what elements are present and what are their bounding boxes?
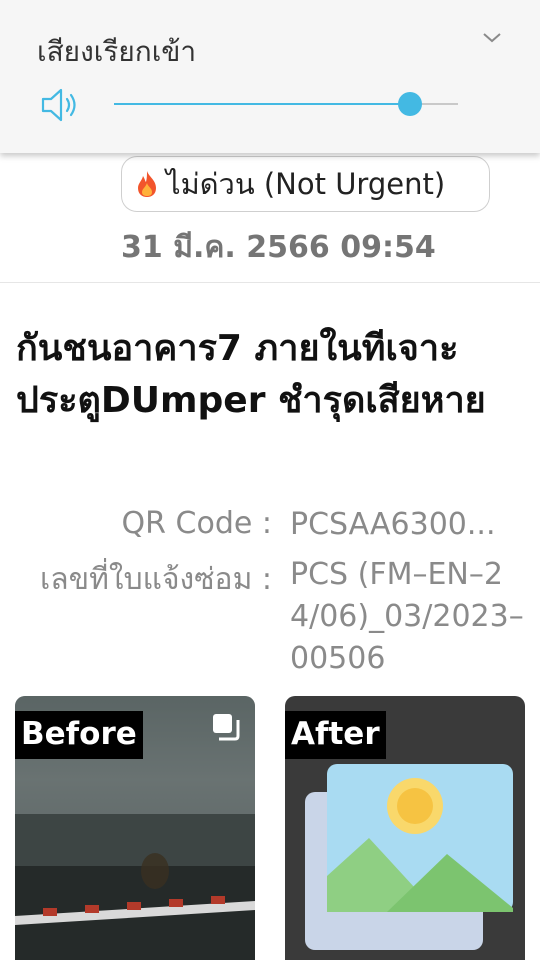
- ticket-title: กันชนอาคาร7 ภายในทีเจาะประตูDUmper ชำรุด…: [16, 328, 486, 421]
- before-photo[interactable]: Before: [15, 696, 255, 960]
- volume-slider[interactable]: [114, 92, 458, 116]
- chevron-down-icon[interactable]: [480, 28, 504, 48]
- before-label: Before: [15, 711, 143, 759]
- urgency-label: ไม่ด่วน (Not Urgent): [166, 167, 446, 201]
- qr-code-value: PCSAA6300...: [290, 507, 496, 542]
- repair-number-value: PCS (FM–EN–24/06)_03/2023–00506: [290, 557, 524, 676]
- volume-slider-thumb[interactable]: [397, 92, 422, 116]
- ringtone-volume-panel: เสียงเรียกเข้า: [0, 0, 540, 153]
- qr-code-label: QR Code :: [121, 506, 272, 541]
- after-photo[interactable]: After: [285, 696, 525, 960]
- urgency-badge: ไม่ด่วน (Not Urgent): [121, 156, 490, 212]
- section-divider: [0, 282, 540, 283]
- volume-panel-title: เสียงเรียกเข้า: [37, 35, 197, 68]
- volume-slider-fill: [114, 103, 410, 105]
- image-placeholder-icon: [305, 764, 513, 950]
- ticket-datetime: 31 มี.ค. 2566 09:54: [121, 230, 436, 265]
- fire-icon: [138, 171, 156, 197]
- multiple-images-icon: [213, 714, 240, 741]
- after-label: After: [285, 711, 386, 759]
- repair-number-label: เลขที่ใบแจ้งซ่อม :: [40, 562, 272, 597]
- speaker-icon[interactable]: [40, 86, 80, 124]
